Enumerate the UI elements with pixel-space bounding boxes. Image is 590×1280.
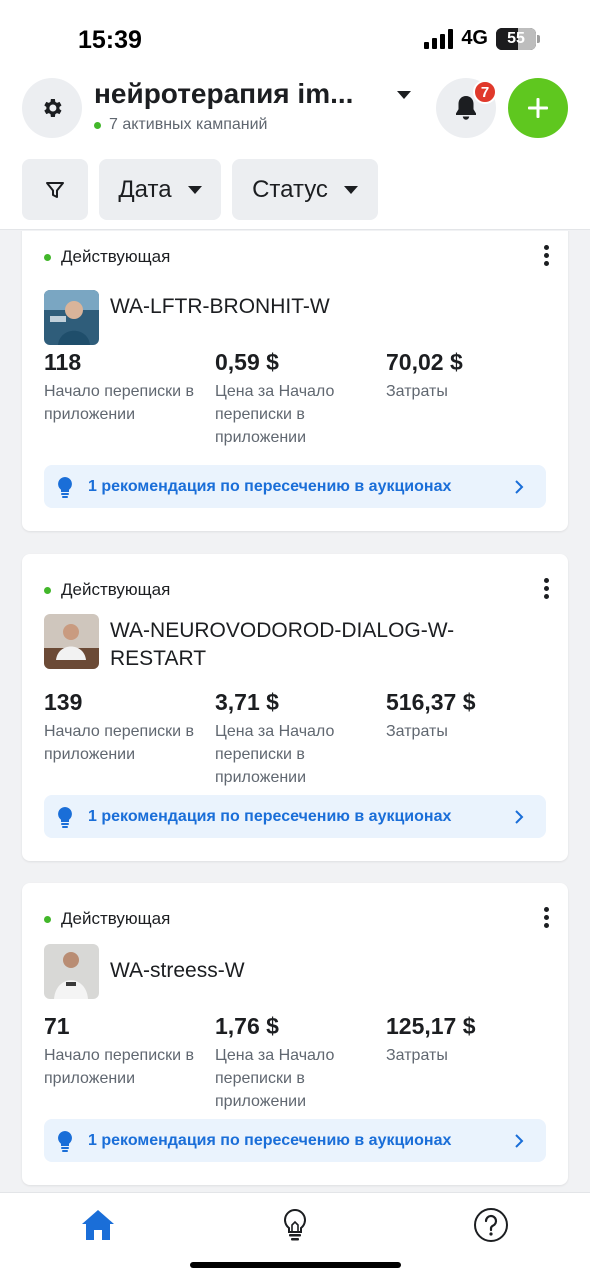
- recommendation-banner[interactable]: 1 рекомендация по пересечению в аукциона…: [44, 1119, 546, 1162]
- lightbulb-icon: [284, 1208, 306, 1241]
- campaign-status: Действующая: [44, 247, 170, 267]
- campaign-list[interactable]: Действующая WA-LFTR-BRONHIT-W 118 Начало…: [0, 231, 590, 1192]
- metric-value: 70,02 $: [386, 349, 463, 375]
- battery-level: 55: [507, 29, 525, 47]
- campaign-card[interactable]: Действующая WA-NEUROVODOROD-DIALOG-W-RES…: [22, 554, 568, 861]
- date-filter-label: Дата: [118, 175, 172, 203]
- caret-down-icon: [187, 185, 202, 194]
- metric-value: 71: [44, 1013, 70, 1039]
- metric-spend: 125,17 $ Затраты: [386, 1013, 551, 1067]
- battery-icon: 55: [496, 27, 540, 50]
- campaign-card[interactable]: Действующая WA-streess-W 71 Начало переп…: [22, 883, 568, 1185]
- metric-value: 0,59 $: [215, 349, 279, 375]
- status-bar: 15:39 4G 55: [0, 0, 590, 70]
- campaign-name[interactable]: WA-NEUROVODOROD-DIALOG-W-RESTART: [110, 617, 470, 673]
- metric-results: 139 Начало переписки в приложении: [44, 689, 209, 766]
- date-filter[interactable]: Дата: [99, 159, 221, 220]
- status-time: 15:39: [78, 26, 142, 54]
- campaign-card[interactable]: Действующая WA-LFTR-BRONHIT-W 118 Начало…: [22, 231, 568, 531]
- metric-results: 71 Начало переписки в приложении: [44, 1013, 209, 1090]
- recommendation-text: 1 рекомендация по пересечению в аукциона…: [88, 807, 452, 825]
- nav-home[interactable]: [78, 1205, 118, 1245]
- metric-label: Цена за Начало переписки в приложении: [215, 383, 335, 446]
- metric-value: 1,76 $: [215, 1013, 279, 1039]
- chevron-right-icon: [515, 810, 524, 824]
- metric-label: Затраты: [386, 723, 448, 740]
- campaign-name[interactable]: WA-LFTR-BRONHIT-W: [110, 293, 470, 321]
- recommendation-banner[interactable]: 1 рекомендация по пересечению в аукциона…: [44, 795, 546, 838]
- filter-bar: Дата Статус: [22, 159, 378, 220]
- create-button[interactable]: [508, 78, 568, 138]
- campaign-status-label: Действующая: [61, 580, 171, 599]
- metric-cost-per-result: 0,59 $ Цена за Начало переписки в прилож…: [215, 349, 380, 449]
- lightbulb-icon: [58, 476, 72, 498]
- metric-value: 3,71 $: [215, 689, 279, 715]
- help-icon: [474, 1208, 508, 1242]
- caret-down-icon: [343, 185, 358, 194]
- metric-cost-per-result: 3,71 $ Цена за Начало переписки в прилож…: [215, 689, 380, 789]
- notifications-button[interactable]: 7: [436, 78, 497, 138]
- metric-label: Затраты: [386, 383, 448, 400]
- status-dot: [44, 253, 51, 261]
- account-header: нейротерапия im... 7 активных кампаний 7…: [0, 70, 590, 230]
- recommendation-text: 1 рекомендация по пересечению в аукциона…: [88, 477, 452, 495]
- notification-badge: 7: [473, 80, 497, 104]
- ad-thumbnail: [44, 290, 99, 345]
- home-icon: [82, 1210, 114, 1240]
- caret-down-icon[interactable]: [396, 90, 412, 100]
- metric-value: 516,37 $: [386, 689, 476, 715]
- more-options-icon[interactable]: [534, 243, 558, 267]
- recommendation-banner[interactable]: 1 рекомендация по пересечению в аукциона…: [44, 465, 546, 508]
- lightbulb-icon: [58, 1130, 72, 1152]
- filter-button[interactable]: [22, 159, 88, 220]
- metric-results: 118 Начало переписки в приложении: [44, 349, 209, 426]
- metric-spend: 70,02 $ Затраты: [386, 349, 551, 403]
- active-campaigns-text: 7 активных кампаний: [109, 116, 268, 133]
- funnel-icon: [46, 181, 64, 198]
- nav-recommendations[interactable]: [275, 1205, 315, 1245]
- status-dot: [44, 915, 51, 923]
- plus-icon: [528, 98, 548, 118]
- recommendation-text: 1 рекомендация по пересечению в аукциона…: [88, 1131, 452, 1149]
- network-type: 4G: [461, 27, 488, 49]
- metric-value: 125,17 $: [386, 1013, 476, 1039]
- campaign-name[interactable]: WA-streess-W: [110, 957, 470, 985]
- status-dot: [44, 586, 51, 594]
- chevron-right-icon: [515, 1134, 524, 1148]
- more-options-icon[interactable]: [534, 905, 558, 929]
- campaign-status: Действующая: [44, 580, 170, 600]
- metric-value: 139: [44, 689, 83, 715]
- nav-help[interactable]: [471, 1205, 511, 1245]
- active-campaigns-count: 7 активных кампаний: [94, 116, 268, 134]
- metric-label: Цена за Начало переписки в приложении: [215, 723, 335, 786]
- status-filter[interactable]: Статус: [232, 159, 378, 220]
- campaign-status: Действующая: [44, 909, 170, 929]
- metric-label: Начало переписки в приложении: [44, 383, 195, 423]
- gear-icon: [44, 99, 62, 117]
- metric-label: Затраты: [386, 1047, 448, 1064]
- metric-cost-per-result: 1,76 $ Цена за Начало переписки в прилож…: [215, 1013, 380, 1113]
- active-dot: [94, 121, 101, 129]
- campaign-status-label: Действующая: [61, 247, 171, 266]
- campaign-status-label: Действующая: [61, 909, 171, 928]
- account-name[interactable]: нейротерапия im...: [94, 78, 353, 110]
- ad-thumbnail: [44, 944, 99, 999]
- more-options-icon[interactable]: [534, 576, 558, 600]
- metric-label: Начало переписки в приложении: [44, 1047, 195, 1087]
- settings-button[interactable]: [22, 78, 82, 138]
- home-indicator: [190, 1262, 401, 1268]
- metric-value: 118: [44, 349, 82, 375]
- metric-label: Цена за Начало переписки в приложении: [215, 1047, 335, 1110]
- lightbulb-icon: [58, 806, 72, 828]
- ad-thumbnail: [44, 614, 99, 669]
- signal-icon: [424, 28, 454, 49]
- metric-label: Начало переписки в приложении: [44, 723, 195, 763]
- metric-spend: 516,37 $ Затраты: [386, 689, 551, 743]
- status-filter-label: Статус: [252, 175, 328, 203]
- chevron-right-icon: [515, 480, 524, 494]
- status-indicators: 4G 55: [424, 27, 540, 50]
